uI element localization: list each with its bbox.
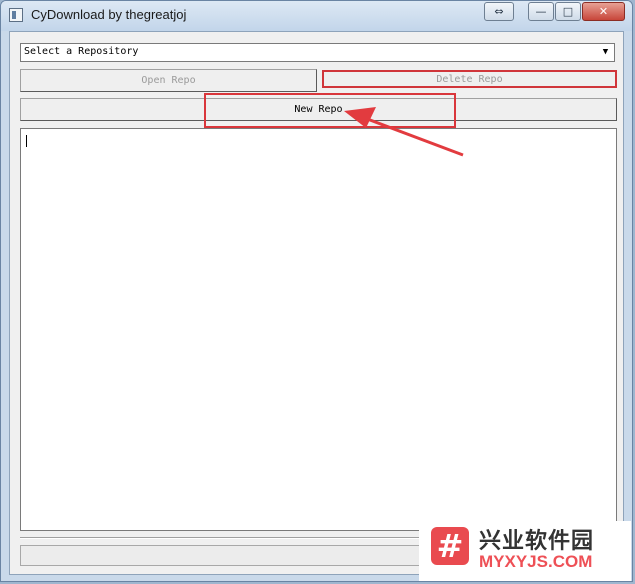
watermark: # 兴业软件园 MYXYJS.COM bbox=[419, 521, 631, 581]
watermark-title: 兴业软件园 bbox=[479, 529, 595, 554]
annotation-arrow-icon bbox=[344, 107, 464, 157]
watermark-url: MYXYJS.COM bbox=[479, 552, 593, 571]
watermark-logo-icon: # bbox=[431, 527, 469, 565]
